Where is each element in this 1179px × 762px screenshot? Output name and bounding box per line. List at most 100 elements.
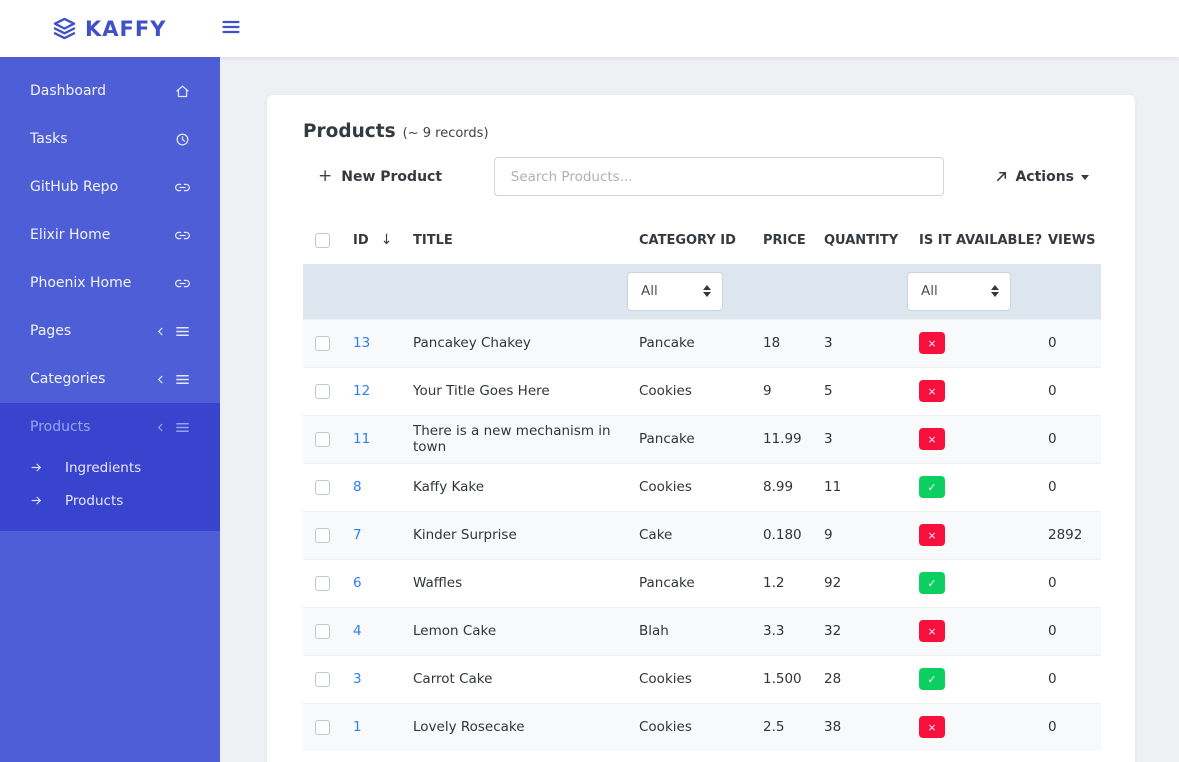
cell-quantity: 38 [824,719,841,735]
cell-price: 1.500 [763,671,802,687]
unavailable-badge: × [919,332,945,354]
cell-quantity: 3 [824,431,833,447]
cell-quantity: 11 [824,479,841,495]
row-id-link[interactable]: 8 [353,479,362,495]
chevron-left-icon [155,422,166,433]
sidebar-item-products[interactable]: Products [0,403,220,451]
available-filter-select[interactable]: All [907,272,1011,311]
sidebar-subitem-ingredients[interactable]: Ingredients [0,451,220,484]
table-row: 1Lovely RosecakeCookies2.538×0 [303,703,1101,751]
cell-views: 2892 [1048,527,1082,543]
sort-desc-icon[interactable]: ↓ [381,232,393,248]
category-filter-select[interactable]: All [627,272,723,311]
search-input[interactable] [494,157,944,196]
arrow-right-icon [30,494,43,507]
row-checkbox[interactable] [315,336,330,351]
sidebar-item-label: Phoenix Home [30,275,131,291]
column-header-available[interactable]: IS IT AVAILABLE? [907,220,1036,264]
sidebar-item-pages[interactable]: Pages [0,307,220,355]
caret-down-icon [1081,175,1089,180]
unavailable-badge: × [919,380,945,402]
layers-icon [53,17,76,40]
row-id-link[interactable]: 6 [353,575,362,591]
column-header-id[interactable]: ID [353,233,369,248]
row-checkbox[interactable] [315,528,330,543]
cell-views: 0 [1048,335,1057,351]
cell-views: 0 [1048,623,1057,639]
sidebar-item-label: GitHub Repo [30,179,118,195]
cell-quantity: 92 [824,575,841,591]
cell-quantity: 9 [824,527,833,543]
products-table: ID ↓ TITLE CATEGORY ID PRICE QUANTITY IS… [303,220,1101,751]
column-header-category[interactable]: CATEGORY ID [627,220,751,264]
sidebar-item-github-repo[interactable]: GitHub Repo [0,163,220,211]
column-header-price[interactable]: PRICE [751,220,812,264]
column-header-quantity[interactable]: QUANTITY [812,220,907,264]
sidebar-item-label: Elixir Home [30,227,110,243]
sidebar-item-categories[interactable]: Categories [0,355,220,403]
column-header-views[interactable]: VIEWS [1036,220,1101,264]
sidebar-item-icons [175,132,190,147]
sidebar-item-label: Dashboard [30,83,106,99]
cell-price: 8.99 [763,479,793,495]
row-checkbox[interactable] [315,576,330,591]
sidebar-subitem-products[interactable]: Products [0,484,220,517]
nav-group-pages: Pages [0,307,220,355]
row-checkbox[interactable] [315,432,330,447]
new-product-button[interactable]: + New Product [303,168,442,185]
actions-label: Actions [1015,169,1074,185]
page-title-text: Products [303,121,396,142]
list-icon [175,324,190,339]
available-filter-value: All [921,283,938,299]
table-row: 13Pancakey ChakeyPancake183×0 [303,319,1101,367]
table-row: 3Carrot CakeCookies1.50028✓0 [303,655,1101,703]
sidebar-toggle-button[interactable] [221,17,241,40]
brand-name: KAFFY [85,17,166,41]
link-icon [175,228,190,243]
table-row: 7Kinder SurpriseCake0.1809×2892 [303,511,1101,559]
row-id-link[interactable]: 7 [353,527,362,543]
sidebar-item-label: Categories [30,371,105,387]
row-checkbox[interactable] [315,720,330,735]
cell-price: 9 [763,383,772,399]
cell-price: 2.5 [763,719,784,735]
records-count: (~ 9 records) [403,126,489,141]
table-row: 8Kaffy KakeCookies8.9911✓0 [303,463,1101,511]
list-icon [175,420,190,435]
sidebar-item-label: Tasks [30,131,68,147]
row-id-link[interactable]: 13 [353,335,370,351]
nav-group-products: ProductsIngredientsProducts [0,403,220,531]
sidebar-item-icons [155,372,190,387]
actions-dropdown-button[interactable]: Actions [995,169,1089,185]
row-id-link[interactable]: 11 [353,431,370,447]
select-arrows-icon [991,285,999,297]
unavailable-badge: × [919,428,945,450]
row-id-link[interactable]: 3 [353,671,362,687]
row-checkbox[interactable] [315,480,330,495]
row-id-link[interactable]: 12 [353,383,370,399]
column-header-title[interactable]: TITLE [401,220,627,264]
cell-category: Pancake [639,431,695,447]
sidebar-subitem-label: Products [65,493,123,509]
unavailable-badge: × [919,716,945,738]
row-checkbox[interactable] [315,624,330,639]
row-id-link[interactable]: 1 [353,719,362,735]
cell-title: Kinder Surprise [413,527,517,543]
sidebar-item-icons [175,276,190,291]
cell-title: Carrot Cake [413,671,492,687]
sidebar-item-phoenix-home[interactable]: Phoenix Home [0,259,220,307]
sidebar-item-elixir-home[interactable]: Elixir Home [0,211,220,259]
available-badge: ✓ [919,668,945,690]
table-header-row: ID ↓ TITLE CATEGORY ID PRICE QUANTITY IS… [303,220,1101,264]
row-checkbox[interactable] [315,672,330,687]
sidebar-item-dashboard[interactable]: Dashboard [0,67,220,115]
sidebar-item-tasks[interactable]: Tasks [0,115,220,163]
cell-title: Kaffy Kake [413,479,484,495]
products-table-body: 13Pancakey ChakeyPancake183×012Your Titl… [303,319,1101,751]
select-all-checkbox[interactable] [315,233,330,248]
select-arrows-icon [703,285,711,297]
row-id-link[interactable]: 4 [353,623,362,639]
sidebar-nav: Dashboard Tasks GitHub Repo Elixir Home Phoe… [0,67,220,531]
brand-logo[interactable]: KAFFY [0,17,166,41]
row-checkbox[interactable] [315,384,330,399]
